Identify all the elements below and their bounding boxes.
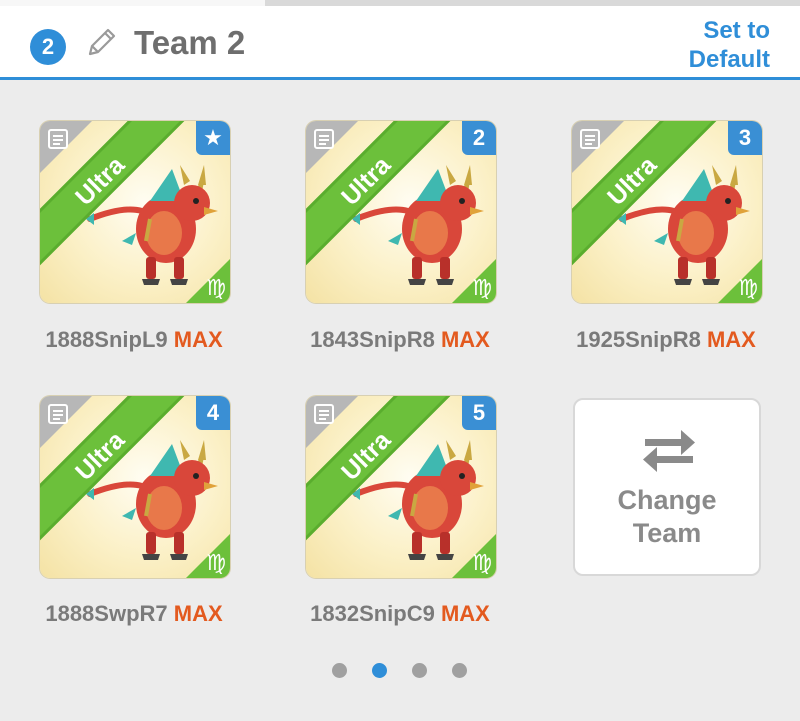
change-team-label-line2: Team [632, 518, 702, 548]
level-max-label: MAX [440, 601, 490, 626]
team-card-5[interactable]: Ultra 5 ♍ [306, 396, 496, 578]
change-team-button[interactable]: Change Team [573, 398, 761, 576]
list-icon[interactable] [578, 127, 602, 151]
zodiac-virgo-icon: ♍ [472, 275, 492, 300]
slot-number-badge: 2 [462, 121, 496, 155]
list-icon[interactable] [312, 127, 336, 151]
creature-name: 1843SnipR8 [310, 327, 441, 352]
zodiac-virgo-icon: ♍ [472, 550, 492, 575]
list-icon[interactable] [312, 402, 336, 426]
page-dot-3[interactable] [412, 663, 427, 678]
slot-number-badge: 3 [728, 121, 762, 155]
page-dot-4[interactable] [452, 663, 467, 678]
list-icon[interactable] [46, 127, 70, 151]
card-name-label: 1925SnipR8 MAX [546, 327, 786, 353]
page-indicator [332, 663, 472, 679]
card-name-label: 1843SnipR8 MAX [280, 327, 520, 353]
slot-number-badge: 4 [196, 396, 230, 430]
zodiac-virgo-icon: ♍ [206, 550, 226, 575]
creature-name: 1832SnipC9 [310, 601, 441, 626]
list-icon[interactable] [46, 402, 70, 426]
star-icon: ★ [196, 121, 230, 155]
slot-number-badge: 5 [462, 396, 496, 430]
creature-name: 1888SwpR7 [45, 601, 174, 626]
team-number-badge: 2 [30, 29, 66, 65]
zodiac-virgo-icon: ♍ [206, 275, 226, 300]
level-max-label: MAX [173, 601, 223, 626]
level-max-label: MAX [706, 327, 756, 352]
card-name-label: 1888SnipL9 MAX [14, 327, 254, 353]
page-dot-1[interactable] [332, 663, 347, 678]
set-to-default-button[interactable]: Set to Default [660, 16, 770, 74]
swap-arrows-icon [643, 430, 695, 472]
card-name-label: 1888SwpR7 MAX [14, 601, 254, 627]
level-max-label: MAX [173, 327, 223, 352]
level-max-label: MAX [440, 327, 490, 352]
page-dot-2[interactable] [372, 663, 387, 678]
zodiac-virgo-icon: ♍ [738, 275, 758, 300]
team-card-4[interactable]: Ultra 4 ♍ [40, 396, 230, 578]
team-header: 2 Team 2 Set to Default [0, 6, 800, 80]
pencil-icon[interactable] [84, 26, 118, 60]
creature-name: 1888SnipL9 [45, 327, 174, 352]
team-title[interactable]: Team 2 [134, 24, 245, 62]
team-card-2[interactable]: Ultra 2 ♍ [306, 121, 496, 303]
team-card-3[interactable]: Ultra 3 ♍ [572, 121, 762, 303]
team-card-1[interactable]: Ultra ★ ♍ [40, 121, 230, 303]
change-team-label-line1: Change [617, 485, 717, 515]
creature-name: 1925SnipR8 [576, 327, 707, 352]
card-name-label: 1832SnipC9 MAX [280, 601, 520, 627]
change-team-label: Change Team [575, 484, 759, 550]
